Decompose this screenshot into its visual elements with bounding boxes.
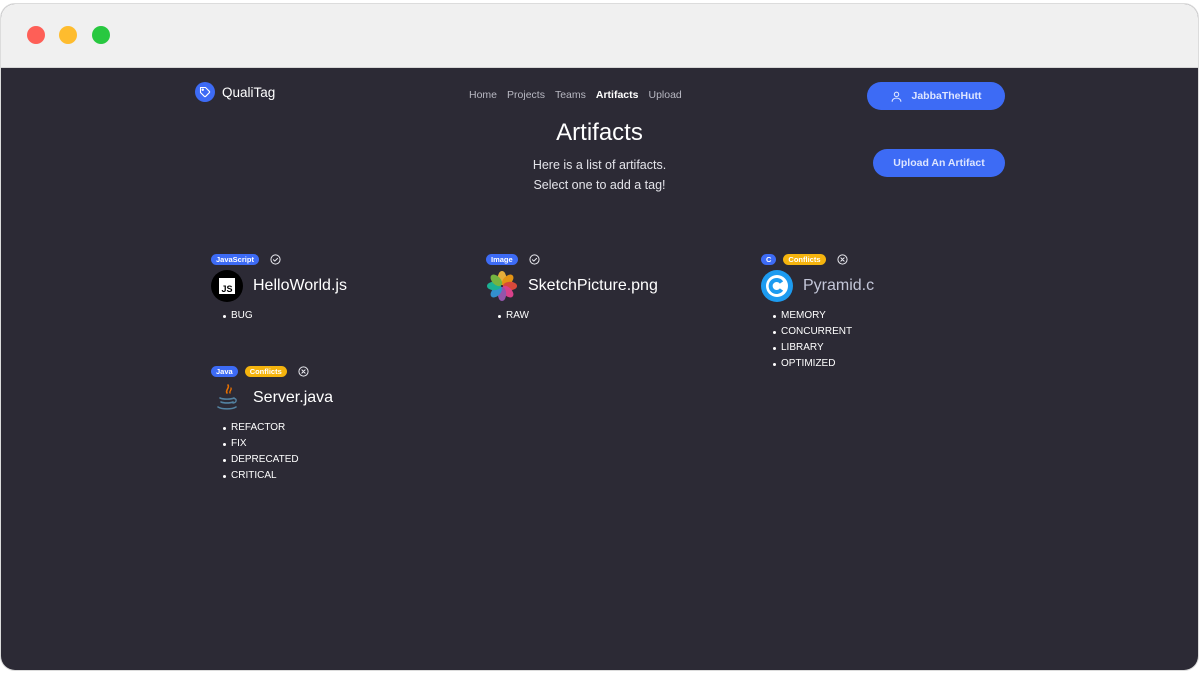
brand-name: QualiTag: [222, 84, 276, 100]
window-titlebar: [1, 4, 1198, 68]
language-badge: Image: [486, 253, 518, 265]
javascript-icon: JS: [211, 270, 243, 302]
tag-item: REFACTOR: [223, 420, 333, 436]
x-circle-icon: [298, 365, 309, 377]
tag-list: MEMORY CONCURRENT LIBRARY OPTIMIZED: [761, 308, 874, 372]
artifact-name[interactable]: Pyramid.c: [803, 277, 874, 295]
tag-icon: [195, 82, 215, 102]
photos-flower-icon: [486, 270, 518, 302]
artifact-name-row: SketchPicture.png: [486, 270, 658, 302]
check-circle-icon: [270, 253, 281, 265]
tag-item: CONCURRENT: [773, 324, 874, 340]
java-icon: [211, 382, 243, 414]
artifact-card[interactable]: Image SketchPicture.png RAW: [486, 252, 658, 324]
tag-item: MEMORY: [773, 308, 874, 324]
artifact-badges: C Conflicts: [761, 252, 874, 266]
x-circle-icon: [836, 253, 848, 265]
tag-item: BUG: [223, 308, 347, 324]
page-title: Artifacts: [556, 119, 643, 146]
main-nav: Home Projects Teams Artifacts Upload: [469, 89, 682, 101]
language-badge: C: [761, 253, 777, 265]
language-badge: JavaScript: [211, 253, 259, 265]
artifact-name[interactable]: SketchPicture.png: [528, 277, 658, 295]
tag-item: RAW: [498, 308, 658, 324]
user-name: JabbaTheHutt: [911, 90, 982, 102]
maximize-window-button[interactable]: [92, 26, 110, 44]
nav-projects[interactable]: Projects: [507, 89, 545, 101]
tag-item: DEPRECATED: [223, 452, 333, 468]
check-circle-icon: [529, 253, 540, 265]
artifact-badges: JavaScript: [211, 252, 347, 266]
tag-item: FIX: [223, 436, 333, 452]
conflicts-badge: Conflicts: [783, 253, 826, 265]
artifact-name[interactable]: Server.java: [253, 389, 333, 407]
artifact-name-row: Pyramid.c: [761, 270, 874, 302]
page-subtitle-line1: Here is a list of artifacts.: [532, 158, 667, 172]
artifact-card[interactable]: JavaScript JS HelloWorld.js BUG: [211, 252, 347, 324]
artifact-card[interactable]: C Conflicts Pyramid.c MEMORY CONCURRENT …: [761, 252, 874, 372]
page-subtitle-line2: Select one to add a tag!: [533, 178, 666, 192]
nav-teams[interactable]: Teams: [555, 89, 586, 101]
user-icon: [890, 90, 903, 103]
page-content: QualiTag Home Projects Teams Artifacts U…: [1, 68, 1198, 670]
conflicts-badge: Conflicts: [244, 365, 287, 377]
close-window-button[interactable]: [27, 26, 45, 44]
c-language-icon: [761, 270, 793, 302]
minimize-window-button[interactable]: [59, 26, 77, 44]
artifact-card[interactable]: Java Conflicts Server.java REFACTOR FIX …: [211, 364, 333, 484]
artifact-name[interactable]: HelloWorld.js: [253, 277, 347, 295]
user-profile-button[interactable]: JabbaTheHutt: [867, 82, 1005, 110]
language-badge: Java: [211, 365, 238, 377]
svg-text:JS: JS: [221, 284, 232, 294]
tag-item: LIBRARY: [773, 340, 874, 356]
artifact-name-row: JS HelloWorld.js: [211, 270, 347, 302]
brand-logo-link[interactable]: QualiTag: [195, 82, 275, 102]
browser-window: QualiTag Home Projects Teams Artifacts U…: [1, 4, 1198, 670]
upload-artifact-button[interactable]: Upload An Artifact: [873, 149, 1005, 177]
tag-list: BUG: [211, 308, 347, 324]
nav-artifacts[interactable]: Artifacts: [596, 89, 639, 101]
artifact-badges: Image: [486, 252, 658, 266]
artifact-badges: Java Conflicts: [211, 364, 333, 378]
artifact-name-row: Server.java: [211, 382, 333, 414]
nav-upload[interactable]: Upload: [649, 89, 682, 101]
nav-home[interactable]: Home: [469, 89, 497, 101]
tag-item: OPTIMIZED: [773, 356, 874, 372]
tag-list: RAW: [486, 308, 658, 324]
tag-item: CRITICAL: [223, 468, 333, 484]
tag-list: REFACTOR FIX DEPRECATED CRITICAL: [211, 420, 333, 484]
